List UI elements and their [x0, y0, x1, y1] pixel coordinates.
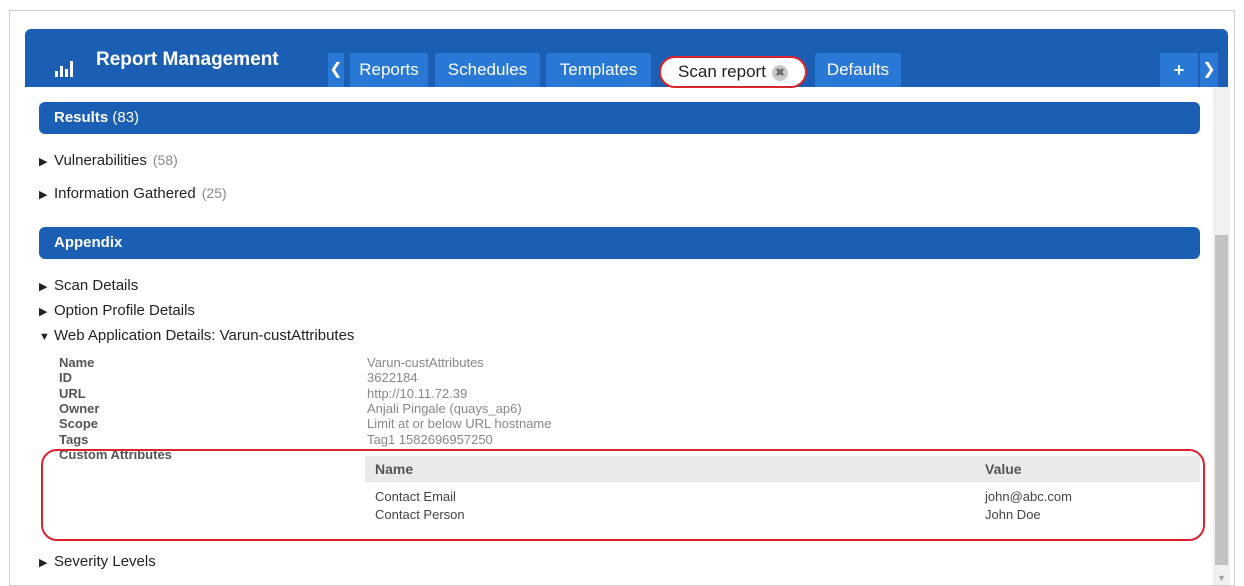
- detail-value-id: 3622184: [367, 370, 418, 385]
- vertical-scrollbar[interactable]: ▼: [1213, 87, 1230, 585]
- add-tab-button[interactable]: +: [1160, 53, 1198, 87]
- tree-item-vulnerabilities[interactable]: ▶ Vulnerabilities (58): [39, 152, 178, 169]
- tree-item-web-application-details[interactable]: ▼ Web Application Details: Varun-custAttr…: [39, 327, 354, 344]
- chevron-right-icon[interactable]: ❯: [1200, 53, 1218, 87]
- report-management-panel: Report Management ❮ Reports Schedules Te…: [25, 29, 1228, 585]
- tree-item-count: (58): [152, 152, 178, 168]
- detail-key-owner: Owner: [59, 401, 100, 416]
- chevron-left-icon[interactable]: ❮: [328, 53, 344, 87]
- triangle-down-icon: ▼: [39, 331, 50, 343]
- tree-item-severity-levels[interactable]: ▶ Severity Levels: [39, 553, 156, 570]
- close-icon[interactable]: ✖: [771, 64, 788, 81]
- tree-item-count: (25): [201, 185, 227, 201]
- triangle-right-icon: ▶: [39, 557, 48, 569]
- tab-scan-report-label: Scan report: [678, 62, 766, 81]
- triangle-right-icon: ▶: [39, 281, 48, 293]
- tree-item-label: Web Application Details: Varun-custAttri…: [54, 327, 355, 344]
- tree-item-label: Information Gathered: [54, 185, 196, 202]
- tab-templates[interactable]: Templates: [546, 53, 651, 87]
- report-content: Results (83) ▶ Vulnerabilities (58) ▶ Infor…: [25, 87, 1228, 585]
- triangle-right-icon: ▶: [39, 156, 48, 168]
- header-bar: Report Management ❮ Reports Schedules Te…: [25, 29, 1228, 88]
- detail-value-name: Varun-custAttributes: [367, 355, 484, 370]
- detail-key-scope: Scope: [59, 416, 99, 431]
- detail-value-tags: Tag1 1582696957250: [367, 432, 493, 447]
- highlight-outline: [41, 449, 1205, 541]
- tab-scan-report[interactable]: Scan report ✖: [659, 56, 807, 88]
- tree-item-label: Vulnerabilities: [54, 152, 147, 169]
- detail-key-id: ID: [59, 370, 72, 385]
- detail-value-url: http://10.11.72.39: [367, 386, 468, 401]
- detail-key-name: Name: [59, 355, 95, 370]
- app-title: Report Management: [96, 49, 279, 70]
- detail-key-url: URL: [59, 386, 86, 401]
- detail-key-tags: Tags: [59, 432, 89, 447]
- tree-item-information-gathered[interactable]: ▶ Information Gathered (25): [39, 185, 227, 202]
- appendix-section-header[interactable]: Appendix: [39, 227, 1200, 259]
- results-count: (83): [112, 109, 140, 126]
- results-title: Results: [54, 109, 109, 126]
- triangle-right-icon: ▶: [39, 306, 48, 318]
- tree-item-label: Scan Details: [54, 277, 139, 294]
- results-section-header[interactable]: Results (83): [39, 102, 1200, 134]
- tab-reports[interactable]: Reports: [350, 53, 428, 87]
- tree-item-label: Option Profile Details: [54, 302, 195, 319]
- scroll-down-arrow-icon[interactable]: ▼: [1213, 570, 1230, 585]
- appendix-title: Appendix: [54, 234, 123, 251]
- window-frame: Report Management ❮ Reports Schedules Te…: [9, 10, 1235, 586]
- tree-item-scan-details[interactable]: ▶ Scan Details: [39, 277, 138, 294]
- tab-schedules[interactable]: Schedules: [435, 53, 540, 87]
- bar-chart-icon: [55, 61, 77, 77]
- tab-defaults[interactable]: Defaults: [815, 53, 901, 87]
- tree-item-label: Severity Levels: [54, 553, 156, 570]
- detail-value-scope: Limit at or below URL hostname: [367, 416, 552, 431]
- scrollbar-thumb[interactable]: [1215, 235, 1228, 565]
- detail-value-owner: Anjali Pingale (quays_ap6): [367, 401, 522, 416]
- tree-item-option-profile-details[interactable]: ▶ Option Profile Details: [39, 302, 195, 319]
- triangle-right-icon: ▶: [39, 189, 48, 201]
